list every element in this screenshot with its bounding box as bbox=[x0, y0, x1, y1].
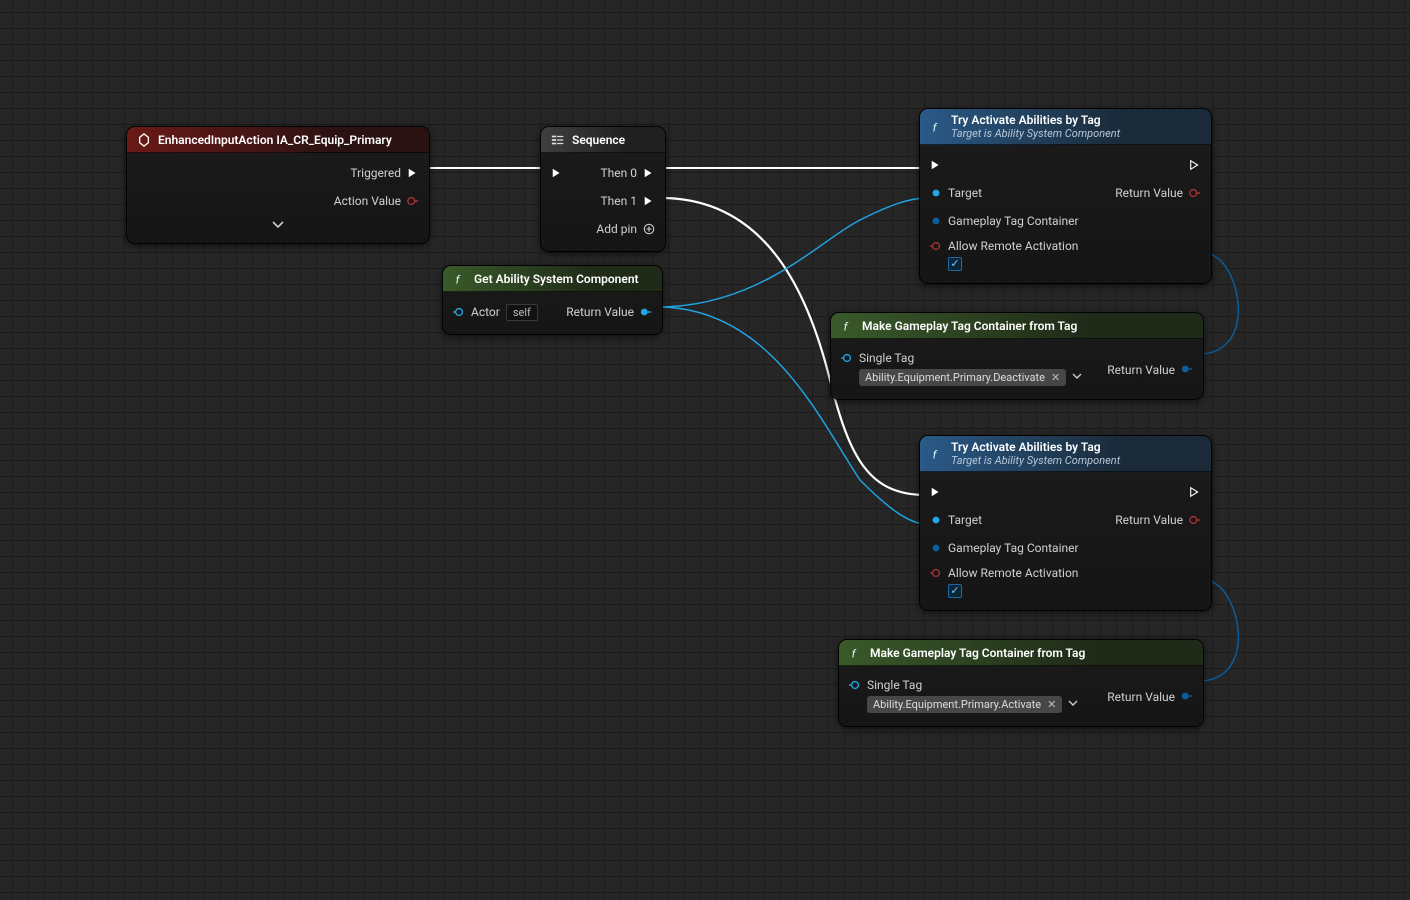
allow-remote-checkbox[interactable] bbox=[948, 257, 962, 271]
pin-label-then0: Then 0 bbox=[601, 166, 637, 180]
tag-chip-value: Ability.Equipment.Primary.Activate bbox=[873, 698, 1041, 711]
pin-label-single-tag: Single Tag bbox=[859, 351, 914, 365]
add-pin-button[interactable] bbox=[643, 223, 655, 235]
exec-out-pin[interactable] bbox=[407, 167, 419, 179]
add-pin-label: Add pin bbox=[596, 222, 637, 236]
node-title: EnhancedInputAction IA_CR_Equip_Primary bbox=[127, 127, 429, 153]
node-title: f Make Gameplay Tag Container from Tag bbox=[831, 313, 1203, 339]
node-enhanced-input-action[interactable]: EnhancedInputAction IA_CR_Equip_Primary … bbox=[127, 127, 429, 243]
node-title: f Try Activate Abilities by Tag Target i… bbox=[920, 436, 1211, 472]
data-in-pin-single-tag[interactable] bbox=[841, 352, 853, 364]
data-in-pin-tag-container[interactable] bbox=[930, 542, 942, 554]
event-icon bbox=[137, 133, 151, 147]
node-make-gameplay-tag-container-2[interactable]: f Make Gameplay Tag Container from Tag S… bbox=[839, 640, 1203, 726]
exec-in-pin[interactable] bbox=[930, 159, 942, 171]
pin-label-allow-remote: Allow Remote Activation bbox=[948, 566, 1078, 580]
tag-clear-icon[interactable]: ✕ bbox=[1051, 371, 1060, 384]
data-in-pin-allow-remote[interactable] bbox=[930, 567, 942, 579]
data-in-pin-single-tag[interactable] bbox=[849, 679, 861, 691]
svg-text:f: f bbox=[933, 447, 938, 461]
data-in-pin-allow-remote[interactable] bbox=[930, 240, 942, 252]
pin-label-then1: Then 1 bbox=[601, 194, 637, 208]
pin-label-return-value: Return Value bbox=[1107, 363, 1175, 377]
function-icon: f bbox=[849, 646, 863, 660]
node-sequence[interactable]: Sequence Then 0 Then 1 Add pin bbox=[541, 127, 665, 251]
pin-label-tag-container: Gameplay Tag Container bbox=[948, 214, 1079, 228]
function-icon: f bbox=[841, 319, 855, 333]
node-get-ability-system-component[interactable]: f Get Ability System Component Actor sel… bbox=[443, 266, 662, 334]
pin-label-return-value: Return Value bbox=[1107, 690, 1175, 704]
tag-chip[interactable]: Ability.Equipment.Primary.Activate ✕ bbox=[867, 696, 1062, 713]
node-title: f Try Activate Abilities by Tag Target i… bbox=[920, 109, 1211, 145]
node-title-text: Make Gameplay Tag Container from Tag bbox=[862, 319, 1077, 333]
data-in-pin-target[interactable] bbox=[930, 514, 942, 526]
sequence-icon bbox=[551, 133, 565, 147]
pin-label-single-tag: Single Tag bbox=[867, 678, 922, 692]
node-title: Sequence bbox=[541, 127, 665, 153]
actor-value-box[interactable]: self bbox=[506, 304, 538, 321]
data-out-pin-return[interactable] bbox=[1181, 690, 1193, 702]
data-in-pin-actor[interactable] bbox=[453, 306, 465, 318]
tag-chip-value: Ability.Equipment.Primary.Deactivate bbox=[865, 371, 1045, 384]
data-in-pin-target[interactable] bbox=[930, 187, 942, 199]
tag-clear-icon[interactable]: ✕ bbox=[1047, 698, 1056, 711]
chevron-down-icon[interactable] bbox=[1068, 697, 1078, 711]
pin-label-triggered: Triggered bbox=[350, 166, 401, 180]
node-title-text: Try Activate Abilities by Tag bbox=[951, 441, 1120, 454]
svg-text:f: f bbox=[456, 272, 461, 286]
expand-toggle[interactable] bbox=[127, 215, 429, 235]
pin-label-actor: Actor bbox=[471, 305, 500, 319]
node-subtitle-text: Target is Ability System Component bbox=[951, 127, 1120, 140]
node-title-text: Get Ability System Component bbox=[474, 272, 639, 286]
svg-text:f: f bbox=[933, 120, 938, 134]
node-make-gameplay-tag-container-1[interactable]: f Make Gameplay Tag Container from Tag S… bbox=[831, 313, 1203, 399]
node-title-text: Sequence bbox=[572, 133, 625, 147]
exec-in-pin[interactable] bbox=[930, 486, 942, 498]
data-out-pin-return[interactable] bbox=[1189, 514, 1201, 526]
node-title: f Make Gameplay Tag Container from Tag bbox=[839, 640, 1203, 666]
allow-remote-checkbox[interactable] bbox=[948, 584, 962, 598]
node-title: f Get Ability System Component bbox=[443, 266, 662, 292]
svg-text:f: f bbox=[852, 646, 857, 660]
node-try-activate-abilities-by-tag-1[interactable]: f Try Activate Abilities by Tag Target i… bbox=[920, 109, 1211, 283]
data-out-pin-return[interactable] bbox=[640, 306, 652, 318]
pin-label-target: Target bbox=[948, 186, 982, 200]
node-try-activate-abilities-by-tag-2[interactable]: f Try Activate Abilities by Tag Target i… bbox=[920, 436, 1211, 610]
pin-label-allow-remote: Allow Remote Activation bbox=[948, 239, 1078, 253]
data-in-pin-tag-container[interactable] bbox=[930, 215, 942, 227]
pin-label-return-value: Return Value bbox=[1115, 513, 1183, 527]
data-out-pin-return[interactable] bbox=[1189, 187, 1201, 199]
node-subtitle-text: Target is Ability System Component bbox=[951, 454, 1120, 467]
pin-label-tag-container: Gameplay Tag Container bbox=[948, 541, 1079, 555]
exec-out-pin[interactable] bbox=[1189, 159, 1201, 171]
function-icon: f bbox=[930, 447, 944, 461]
node-title-text: Make Gameplay Tag Container from Tag bbox=[870, 646, 1085, 660]
exec-out-pin-1[interactable] bbox=[643, 195, 655, 207]
data-out-pin[interactable] bbox=[407, 195, 419, 207]
exec-out-pin[interactable] bbox=[1189, 486, 1201, 498]
pin-label-return-value: Return Value bbox=[1115, 186, 1183, 200]
data-out-pin-return[interactable] bbox=[1181, 363, 1193, 375]
node-title-text: Try Activate Abilities by Tag bbox=[951, 114, 1120, 127]
tag-chip[interactable]: Ability.Equipment.Primary.Deactivate ✕ bbox=[859, 369, 1066, 386]
pin-label-action-value: Action Value bbox=[334, 194, 401, 208]
exec-in-pin[interactable] bbox=[551, 167, 563, 179]
function-icon: f bbox=[453, 272, 467, 286]
svg-text:f: f bbox=[844, 319, 849, 333]
node-title-text: EnhancedInputAction IA_CR_Equip_Primary bbox=[158, 133, 392, 147]
exec-out-pin-0[interactable] bbox=[643, 167, 655, 179]
function-icon: f bbox=[930, 120, 944, 134]
pin-label-target: Target bbox=[948, 513, 982, 527]
pin-label-return-value: Return Value bbox=[566, 305, 634, 319]
chevron-down-icon[interactable] bbox=[1072, 370, 1082, 384]
